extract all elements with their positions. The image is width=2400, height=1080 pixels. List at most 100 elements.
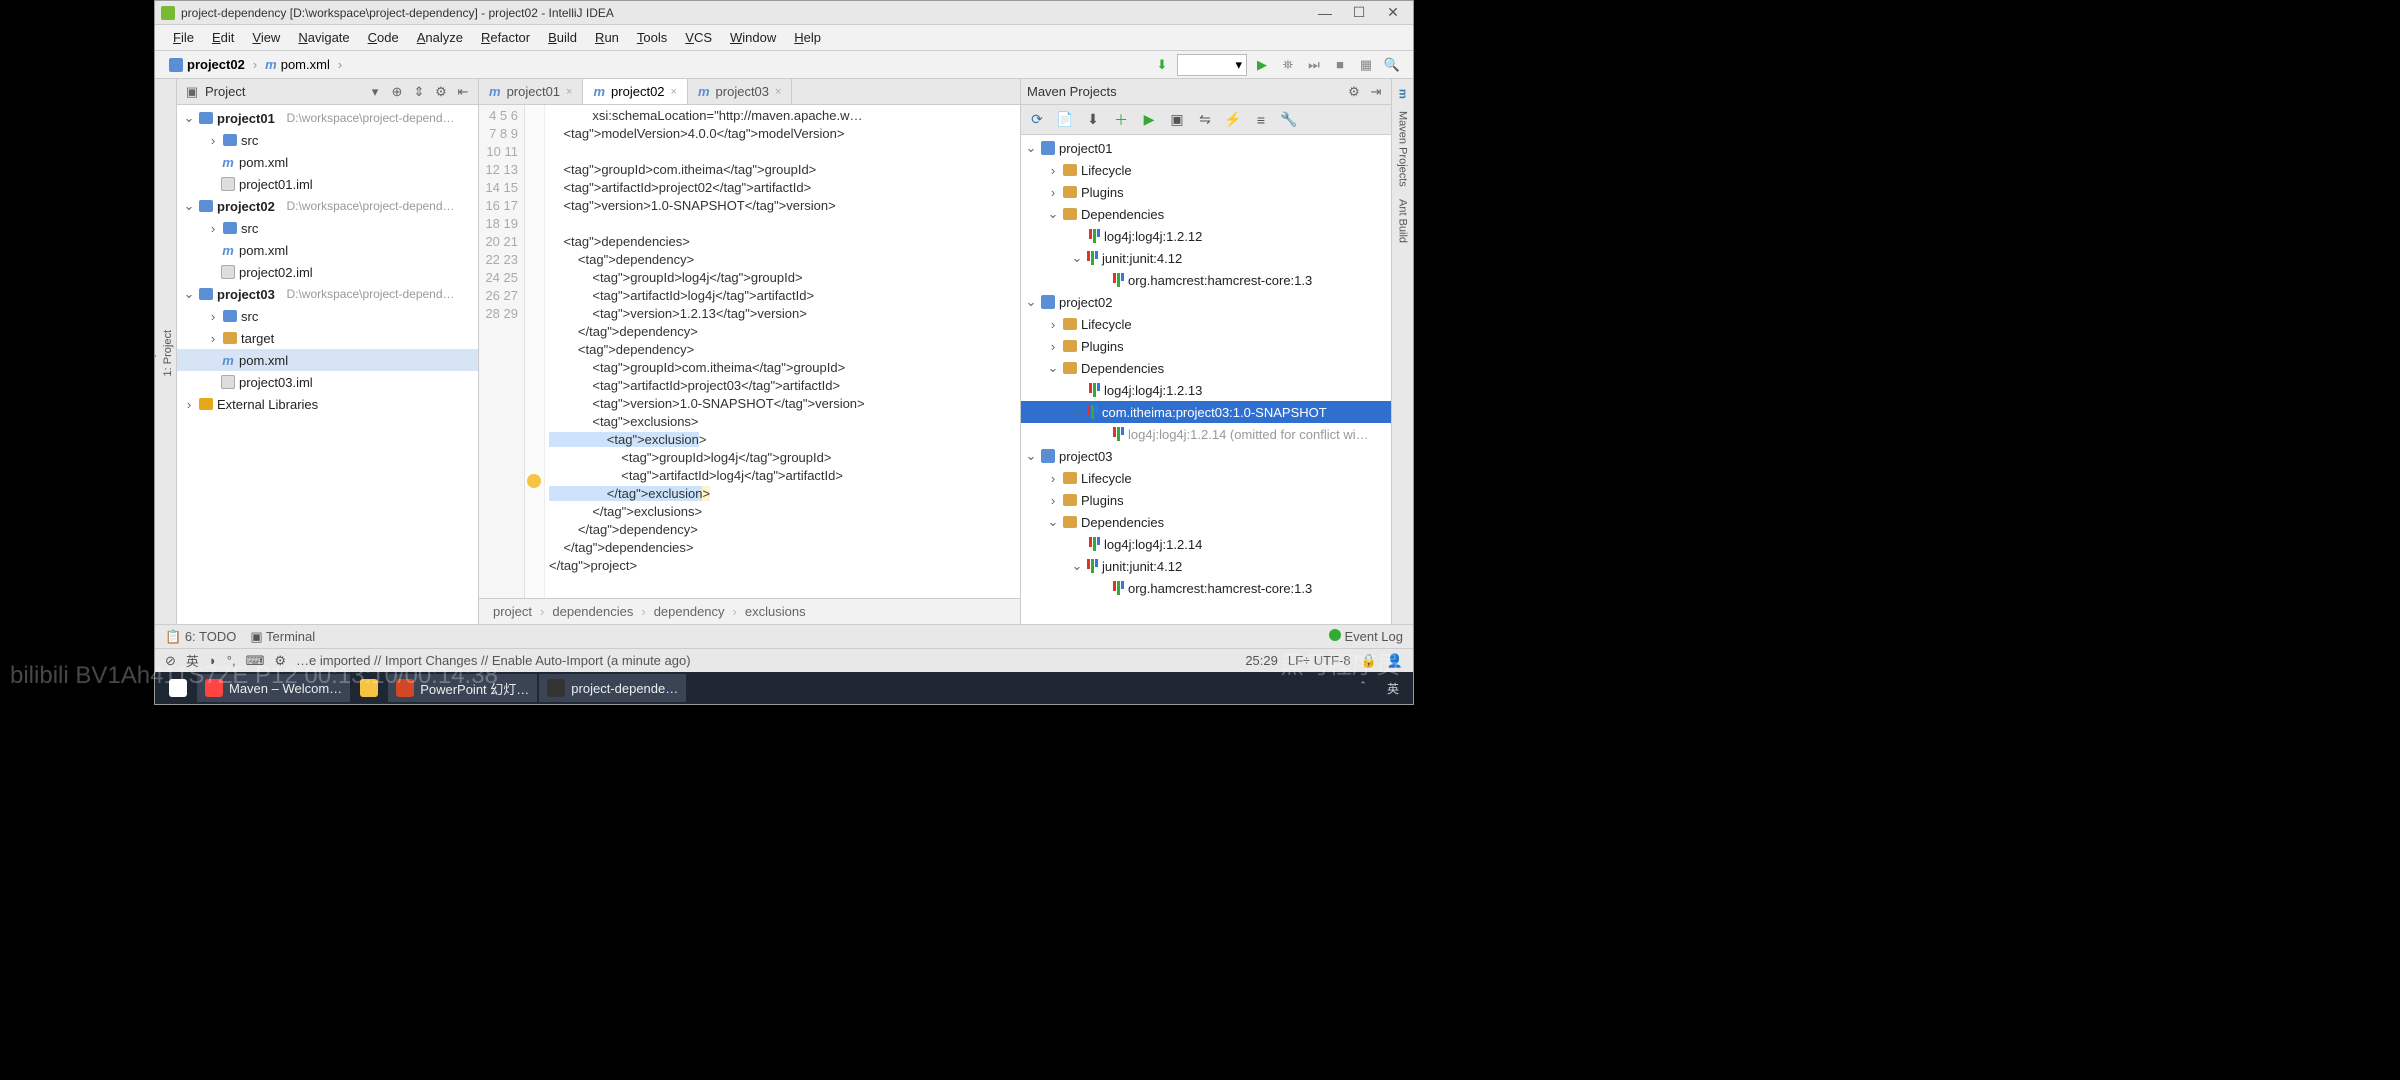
maven-module-project02[interactable]: ⌄project02 xyxy=(1021,291,1391,313)
tree-module-project02[interactable]: ⌄project02 D:\workspace\project-depend… xyxy=(177,195,478,217)
tree-external-libraries[interactable]: ›External Libraries xyxy=(177,393,478,415)
dropdown-icon[interactable]: ▾ xyxy=(366,83,384,101)
maven-tree[interactable]: ⌄project01 ›Lifecycle ›Plugins ⌄Dependen… xyxy=(1021,135,1391,624)
maven-module-project01[interactable]: ⌄project01 xyxy=(1021,137,1391,159)
offline-icon[interactable]: ⚡ xyxy=(1221,108,1245,132)
task-intellij[interactable]: project-depende… xyxy=(539,674,686,702)
tree-folder-src[interactable]: ›src xyxy=(177,129,478,151)
menu-file[interactable]: File xyxy=(165,27,202,48)
tab-project[interactable]: 1: Project xyxy=(160,324,176,382)
tree-file-pom-selected[interactable]: mpom.xml xyxy=(177,349,478,371)
toggle-icon[interactable]: ⇋ xyxy=(1193,108,1217,132)
maven-dep-item-omitted[interactable]: log4j:log4j:1.2.14 (omitted for conflict… xyxy=(1021,423,1391,445)
event-log-tab[interactable]: Event Log xyxy=(1329,629,1403,644)
menu-edit[interactable]: Edit xyxy=(204,27,242,48)
maven-dep-item-selected[interactable]: ⌄com.itheima:project03:1.0-SNAPSHOT xyxy=(1021,401,1391,423)
build-button[interactable]: ⬇ xyxy=(1151,54,1173,76)
tab-maven-projects[interactable]: m xyxy=(1395,83,1411,105)
project-tree[interactable]: ⌄project01 D:\workspace\project-depend… … xyxy=(177,105,478,624)
maven-plugins[interactable]: ›Plugins xyxy=(1021,489,1391,511)
tab-project01[interactable]: mproject01× xyxy=(479,79,583,104)
maven-plugins[interactable]: ›Plugins xyxy=(1021,335,1391,357)
run-icon[interactable]: ▶ xyxy=(1137,108,1161,132)
breadcrumb-project[interactable]: project02 xyxy=(165,55,249,74)
tree-file-iml[interactable]: project02.iml xyxy=(177,261,478,283)
menu-run[interactable]: Run xyxy=(587,27,627,48)
code-content[interactable]: xsi:schemaLocation="http://maven.apache.… xyxy=(545,105,1020,598)
collapse-all-icon[interactable]: ≡ xyxy=(1249,108,1273,132)
close-icon[interactable]: × xyxy=(775,86,781,98)
maven-plugins[interactable]: ›Plugins xyxy=(1021,181,1391,203)
maven-dep-item[interactable]: org.hamcrest:hamcrest-core:1.3 xyxy=(1021,577,1391,599)
add-icon[interactable]: ＋ xyxy=(1109,108,1133,132)
collapse-icon[interactable]: ⇕ xyxy=(410,83,428,101)
tree-folder-src[interactable]: ›src xyxy=(177,217,478,239)
menu-analyze[interactable]: Analyze xyxy=(409,27,471,48)
terminal-tab[interactable]: ▣ Terminal xyxy=(250,629,315,645)
maven-lifecycle[interactable]: ›Lifecycle xyxy=(1021,467,1391,489)
menu-code[interactable]: Code xyxy=(360,27,407,48)
tab-ant-build[interactable]: Ant Build xyxy=(1395,193,1411,249)
hide-icon[interactable]: ⇤ xyxy=(454,83,472,101)
download-icon[interactable]: ⬇ xyxy=(1081,108,1105,132)
reimport-icon[interactable]: ⟳ xyxy=(1025,108,1049,132)
run-button[interactable]: ▶ xyxy=(1251,54,1273,76)
maven-dep-item[interactable]: log4j:log4j:1.2.13 xyxy=(1021,379,1391,401)
debug-button[interactable]: ⛯ xyxy=(1277,54,1299,76)
gear-icon[interactable]: ⚙ xyxy=(1345,83,1363,101)
menu-refactor[interactable]: Refactor xyxy=(473,27,538,48)
maven-lifecycle[interactable]: ›Lifecycle xyxy=(1021,313,1391,335)
execute-icon[interactable]: ▣ xyxy=(1165,108,1189,132)
menu-view[interactable]: View xyxy=(244,27,288,48)
tree-folder-src[interactable]: ›src xyxy=(177,305,478,327)
menu-navigate[interactable]: Navigate xyxy=(290,27,357,48)
tree-module-project01[interactable]: ⌄project01 D:\workspace\project-depend… xyxy=(177,107,478,129)
maximize-button[interactable]: ☐ xyxy=(1345,3,1373,23)
menu-help[interactable]: Help xyxy=(786,27,829,48)
menu-window[interactable]: Window xyxy=(722,27,784,48)
tree-module-project03[interactable]: ⌄project03 D:\workspace\project-depend… xyxy=(177,283,478,305)
tree-file-pom[interactable]: mpom.xml xyxy=(177,239,478,261)
breadcrumb-file[interactable]: m pom.xml xyxy=(261,55,334,74)
coverage-button[interactable]: ⏭ xyxy=(1303,54,1325,76)
generate-icon[interactable]: 📄 xyxy=(1053,108,1077,132)
maven-dep-item[interactable]: ⌄junit:junit:4.12 xyxy=(1021,247,1391,269)
maven-dep-item[interactable]: ⌄junit:junit:4.12 xyxy=(1021,555,1391,577)
tree-file-pom[interactable]: mpom.xml xyxy=(177,151,478,173)
minimize-button[interactable]: — xyxy=(1311,3,1339,23)
hide-icon[interactable]: ⇥ xyxy=(1367,83,1385,101)
tab-project02[interactable]: mproject02× xyxy=(583,79,687,104)
project-view-icon[interactable]: ▣ xyxy=(183,83,201,101)
close-button[interactable]: ✕ xyxy=(1379,3,1407,23)
code-editor[interactable]: 4 5 6 7 8 9 10 11 12 13 14 15 16 17 18 1… xyxy=(479,105,1020,598)
tree-folder-target[interactable]: ›target xyxy=(177,327,478,349)
structure-button[interactable]: ▦ xyxy=(1355,54,1377,76)
maven-dependencies[interactable]: ⌄Dependencies xyxy=(1021,203,1391,225)
stop-button[interactable]: ■ xyxy=(1329,54,1351,76)
search-everywhere-button[interactable]: 🔍 xyxy=(1381,54,1403,76)
close-icon[interactable]: × xyxy=(671,86,677,98)
maven-dependencies[interactable]: ⌄Dependencies xyxy=(1021,357,1391,379)
maven-dep-item[interactable]: log4j:log4j:1.2.14 xyxy=(1021,533,1391,555)
maven-dependencies[interactable]: ⌄Dependencies xyxy=(1021,511,1391,533)
locate-icon[interactable]: ⊕ xyxy=(388,83,406,101)
tree-file-iml[interactable]: project03.iml xyxy=(177,371,478,393)
editor-breadcrumbs[interactable]: project› dependencies› dependency› exclu… xyxy=(479,598,1020,624)
menu-vcs[interactable]: VCS xyxy=(677,27,720,48)
menu-build[interactable]: Build xyxy=(540,27,585,48)
run-config-combo[interactable]: ▾ xyxy=(1177,54,1247,76)
maven-dep-item[interactable]: log4j:log4j:1.2.12 xyxy=(1021,225,1391,247)
maven-lifecycle[interactable]: ›Lifecycle xyxy=(1021,159,1391,181)
tab-maven-label[interactable]: Maven Projects xyxy=(1395,105,1411,193)
close-icon[interactable]: × xyxy=(566,86,572,98)
bookmark-icon[interactable]: 🔖 xyxy=(155,346,158,362)
menu-tools[interactable]: Tools xyxy=(629,27,675,48)
gear-icon[interactable]: ⚙ xyxy=(432,83,450,101)
bulb-icon[interactable] xyxy=(527,474,541,488)
settings-icon[interactable]: 🔧 xyxy=(1277,108,1301,132)
maven-module-project03[interactable]: ⌄project03 xyxy=(1021,445,1391,467)
tab-project03[interactable]: mproject03× xyxy=(688,79,792,104)
todo-tab[interactable]: 📋 6: TODO xyxy=(165,629,236,645)
maven-dep-item[interactable]: org.hamcrest:hamcrest-core:1.3 xyxy=(1021,269,1391,291)
tree-file-iml[interactable]: project01.iml xyxy=(177,173,478,195)
